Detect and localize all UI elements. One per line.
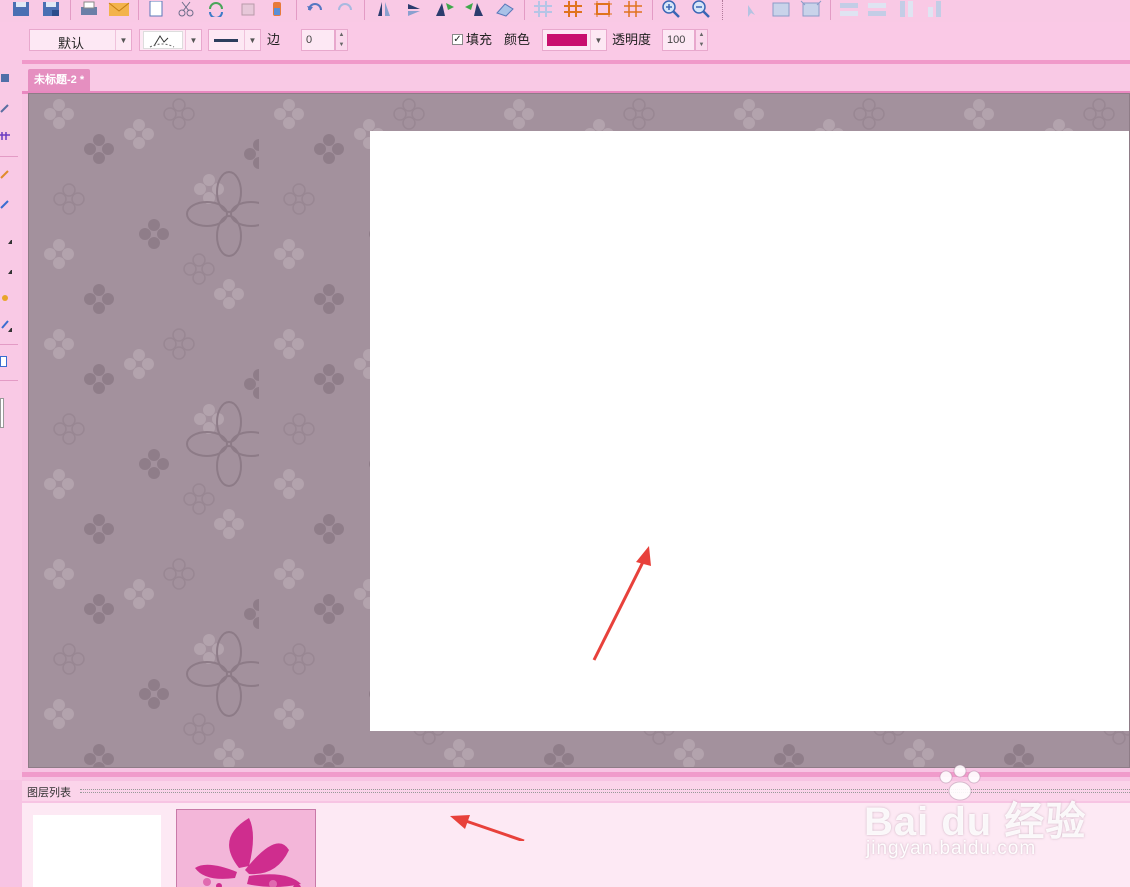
align-right-icon[interactable]	[924, 0, 946, 18]
grid-icon[interactable]	[532, 0, 554, 18]
layer-thumbnail-butterfly[interactable]	[176, 809, 316, 887]
zoom-out-icon[interactable]	[690, 0, 712, 18]
rotate-left-icon[interactable]	[434, 0, 456, 18]
copy-icon[interactable]	[145, 0, 167, 18]
style-preset-value: 默认	[58, 36, 85, 51]
expand-icon[interactable]	[8, 270, 12, 274]
fill-label: 填充	[466, 32, 493, 47]
tab-document[interactable]: 未标题-2 *	[28, 69, 91, 91]
zoom-in-icon[interactable]	[660, 0, 682, 18]
canvas-paper[interactable]	[370, 131, 1129, 731]
transform-tool-icon[interactable]	[0, 130, 10, 140]
cut-icon[interactable]	[175, 0, 197, 18]
annotation-arrow	[592, 546, 651, 661]
baidu-watermark: Bai du 经验 jingyan.baidu.com	[860, 765, 1120, 865]
select-tool-icon[interactable]	[0, 72, 10, 82]
save-icon[interactable]	[10, 0, 32, 18]
frame-icon[interactable]	[592, 0, 614, 18]
style-preset-select[interactable]: 默认 ▼	[29, 29, 132, 51]
align-bottom-icon[interactable]	[866, 0, 888, 18]
pen-tool-icon[interactable]	[0, 102, 10, 113]
flip-vertical-icon[interactable]	[373, 0, 395, 18]
color-picker[interactable]: ▼	[542, 29, 607, 51]
border-label: 边	[267, 32, 281, 47]
delete-icon[interactable]	[237, 0, 259, 18]
opacity-spinner[interactable]: ▲ ▼	[695, 29, 708, 51]
send-back-icon[interactable]	[800, 0, 822, 18]
align-left-icon[interactable]	[896, 0, 918, 18]
undo-icon[interactable]	[304, 0, 326, 18]
pen-style-select[interactable]: ▼	[139, 29, 202, 51]
color-label: 颜色	[504, 32, 531, 47]
brush-tool-icon[interactable]	[0, 318, 10, 329]
bring-front-icon[interactable]	[770, 0, 792, 18]
chevron-down-icon[interactable]: ▼	[244, 30, 260, 50]
main-toolbar	[0, 0, 1130, 22]
hash-grid-icon[interactable]	[562, 0, 584, 18]
border-spinner[interactable]: ▲ ▼	[335, 29, 348, 51]
color-swatch	[547, 34, 587, 46]
document-tabs: 未标题-2 *	[22, 60, 1130, 94]
hash-icon[interactable]	[622, 0, 644, 18]
annotation-arrow	[450, 815, 525, 841]
pen-style-icon	[143, 31, 183, 49]
rotate-right-icon[interactable]	[463, 0, 485, 18]
redo-icon[interactable]	[334, 0, 356, 18]
pencil-tool-icon[interactable]	[0, 168, 10, 179]
align-top-icon[interactable]	[838, 0, 860, 18]
email-icon[interactable]	[108, 0, 130, 18]
rectangle-tool-icon[interactable]	[0, 356, 10, 367]
chevron-down-icon[interactable]: ▼	[590, 30, 606, 50]
line-tool-icon[interactable]	[0, 198, 10, 209]
paste-icon[interactable]	[205, 0, 227, 18]
save-as-icon[interactable]	[40, 0, 62, 18]
line-width-select[interactable]: ▼	[208, 29, 261, 51]
expand-icon[interactable]	[8, 328, 12, 332]
clear-icon[interactable]	[266, 0, 288, 18]
border-input[interactable]: 0	[301, 29, 335, 51]
tool-strip	[0, 60, 22, 780]
property-bar: 默认 ▼ ▼ ▼ 边 0 ▲ ▼ ✓ 填充 颜色 ▼ 透明度 100 ▲ ▼	[0, 22, 1130, 60]
opacity-label: 透明度	[612, 32, 652, 47]
watermark-url: jingyan.baidu.com	[866, 838, 1037, 859]
chevron-down-icon[interactable]: ▼	[185, 30, 201, 50]
paint-tool-icon[interactable]	[0, 292, 10, 302]
pointer-icon[interactable]	[738, 0, 760, 18]
opacity-input[interactable]: 100	[662, 29, 695, 51]
canvas-workspace[interactable]	[28, 93, 1130, 768]
color-well[interactable]	[0, 398, 4, 428]
chevron-down-icon[interactable]: ▼	[115, 30, 131, 50]
flip-horizontal-icon[interactable]	[403, 0, 425, 18]
print-icon[interactable]	[78, 0, 100, 18]
layer-thumbnail-blank[interactable]	[33, 815, 161, 887]
line-width-icon	[214, 39, 238, 42]
eraser-icon[interactable]	[494, 0, 516, 18]
fill-checkbox[interactable]: ✓	[452, 34, 463, 45]
layer-panel-title: 图层列表	[27, 787, 71, 799]
butterfly-icon	[195, 818, 301, 887]
expand-icon[interactable]	[8, 240, 12, 244]
